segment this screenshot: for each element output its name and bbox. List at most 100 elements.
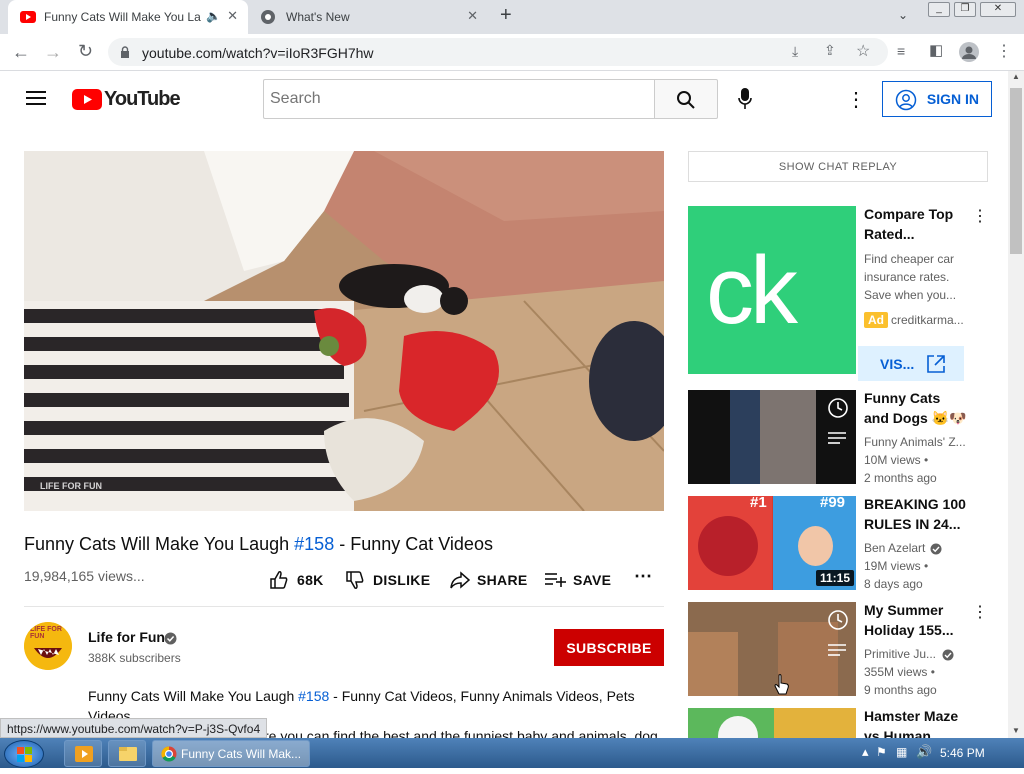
microphone-icon[interactable] (738, 88, 752, 110)
share-icon[interactable]: ⇪ (824, 42, 836, 59)
search-input[interactable] (263, 79, 655, 119)
youtube-logo[interactable]: YouTube (72, 88, 181, 111)
close-window-button[interactable]: ✕ (980, 2, 1016, 17)
media-player-taskbar-icon[interactable] (64, 740, 102, 767)
address-bar[interactable]: youtube.com/watch?v=iIoR3FGH7hw ⤓ ⇪ ☆ (108, 38, 888, 66)
recommended-video[interactable]: Hamster Maze vs Human... (688, 708, 1008, 738)
striped-rug (24, 301, 354, 511)
volume-icon[interactable]: 🔊 (916, 744, 932, 760)
upload-age: 2 months ago (864, 471, 937, 485)
maximize-button[interactable]: ❐ (954, 2, 976, 17)
back-arrow-icon[interactable]: ← (12, 42, 30, 63)
ad-menu-icon[interactable]: ⋮ (972, 206, 988, 226)
video-title: Funny Cats Will Make You Laugh #158 - Fu… (24, 534, 493, 555)
bookmark-star-icon[interactable]: ☆ (856, 41, 870, 61)
media-player-icon (75, 746, 93, 762)
thumbs-down-icon (346, 571, 364, 589)
channel-name[interactable]: Funny Animals' Z... (864, 435, 966, 449)
profile-icon[interactable] (958, 41, 980, 63)
playlist-add-icon (545, 573, 566, 587)
channel-name[interactable]: Life for Fun (88, 629, 165, 645)
status-url: https://www.youtube.com/watch?v=P-j3S-Qv… (0, 718, 268, 738)
notification-area-icon[interactable]: ▴ (862, 744, 869, 760)
recommended-video[interactable]: Funny Cats and Dogs 🐱🐶 |... Funny Animal… (688, 390, 1008, 486)
search-button[interactable] (654, 79, 718, 119)
channel-avatar[interactable]: LIFE FOR FUN (24, 622, 72, 670)
explorer-taskbar-icon[interactable] (108, 740, 146, 767)
visit-button[interactable]: VIS... (858, 346, 964, 381)
tab-youtube[interactable]: Funny Cats Will Make You La 🔈 ✕ (8, 0, 248, 34)
forward-arrow-icon[interactable]: → (44, 42, 62, 63)
subscribe-button[interactable]: SUBSCRIBE (554, 629, 664, 666)
more-actions-icon[interactable]: ⋯ (634, 566, 652, 587)
scroll-down-icon[interactable]: ▼ (1012, 726, 1020, 735)
video-title[interactable]: My Summer Holiday 155... (864, 600, 968, 640)
share-arrow-icon (450, 571, 471, 589)
ad-card[interactable]: ck Compare Top Rated... ⋮ Find cheaper c… (688, 206, 1008, 381)
ad-thumbnail[interactable]: ck (688, 206, 856, 374)
thumbnail-label: #1 (750, 496, 767, 511)
video-thumbnail[interactable] (688, 602, 856, 696)
browser-menu-icon[interactable]: ⋮ (996, 41, 1012, 61)
recommended-video[interactable]: #1 #99 11:15 BREAKING 100 RULES IN 24...… (688, 496, 1008, 592)
upload-age: 9 months ago (864, 683, 937, 697)
video-player[interactable]: LIFE FOR FUN (24, 151, 664, 511)
video-duration: 11:15 (815, 570, 854, 586)
clock[interactable]: 5:46 PM (940, 746, 985, 760)
video-title-text: Funny Cats Will Make You Laugh (24, 534, 295, 554)
watch-later-icon[interactable] (826, 608, 850, 632)
thumbs-up-icon (270, 571, 288, 589)
subscriber-count: 388K subscribers (88, 651, 181, 665)
minimize-button[interactable]: _ (928, 2, 950, 17)
visit-label: VIS... (880, 356, 915, 372)
start-button[interactable] (4, 740, 44, 768)
hamburger-menu-icon[interactable] (26, 90, 46, 106)
side-panel-icon[interactable]: ◧ (929, 41, 943, 59)
media-control-icon[interactable]: ≡ (897, 43, 905, 59)
install-icon[interactable]: ⤓ (792, 43, 798, 60)
close-tab-icon[interactable]: ✕ (227, 8, 238, 24)
video-title-text: - Funny Cat Videos (334, 534, 493, 554)
tab-whats-new[interactable]: What's New ✕ (250, 0, 488, 34)
video-thumbnail[interactable] (688, 390, 856, 484)
video-frame (24, 151, 664, 511)
add-to-queue-icon[interactable] (826, 640, 850, 660)
recommended-video[interactable]: My Summer Holiday 155... ⋮ Primitive Ju.… (688, 602, 1008, 698)
scrollbar-thumb[interactable] (1010, 88, 1022, 254)
channel-name[interactable]: Ben Azelart (864, 541, 925, 555)
tab-title: Funny Cats Will Make You La (44, 10, 201, 24)
settings-kebab-icon[interactable]: ⋮ (846, 87, 866, 112)
view-count[interactable]: 19,984,165 views... (24, 568, 145, 584)
network-icon[interactable]: ▦ (896, 745, 907, 759)
view-count: 355M views • (864, 665, 935, 679)
ad-advertiser: creditkarma... (891, 313, 964, 327)
show-chat-replay-button[interactable]: SHOW CHAT REPLAY (688, 151, 988, 182)
account-icon (895, 89, 917, 111)
thumbnail-label: #99 (820, 496, 846, 511)
reload-icon[interactable]: ↻ (78, 41, 93, 62)
video-thumbnail[interactable]: #1 #99 11:15 (688, 496, 856, 590)
ad-title[interactable]: Compare Top Rated... (864, 204, 964, 244)
hashtag-link[interactable]: #158 (298, 688, 329, 704)
watch-later-icon[interactable] (826, 396, 850, 420)
video-menu-icon[interactable]: ⋮ (972, 602, 988, 622)
channel-name[interactable]: Primitive Ju... (864, 647, 936, 661)
speaker-icon[interactable]: 🔈 (206, 9, 221, 23)
browser-toolbar: ← → ↻ youtube.com/watch?v=iIoR3FGH7hw ⤓ … (0, 34, 1024, 71)
action-center-icon[interactable]: ⚑ (876, 745, 887, 759)
chevron-down-icon[interactable]: ⌄ (898, 8, 908, 22)
video-title[interactable]: BREAKING 100 RULES IN 24... (864, 494, 968, 534)
sign-in-label: SIGN IN (926, 91, 979, 107)
video-thumbnail[interactable] (688, 708, 856, 738)
video-title[interactable]: Funny Cats and Dogs 🐱🐶 |... (864, 388, 968, 428)
close-tab-icon[interactable]: ✕ (467, 8, 478, 24)
view-count: 19M views • (864, 559, 929, 573)
new-tab-button[interactable]: + (500, 4, 512, 27)
scroll-up-icon[interactable]: ▲ (1012, 72, 1020, 81)
add-to-queue-icon[interactable] (826, 428, 850, 448)
sign-in-button[interactable]: SIGN IN (882, 81, 992, 117)
video-title[interactable]: Hamster Maze vs Human... (864, 708, 968, 738)
hashtag-link[interactable]: #158 (294, 534, 334, 554)
chrome-taskbar-item[interactable]: Funny Cats Will Mak... (152, 740, 310, 767)
share-label: SHARE (477, 572, 528, 588)
